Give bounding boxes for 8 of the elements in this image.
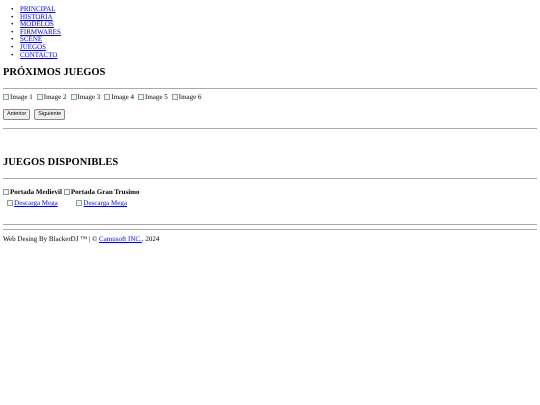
broken-image-icon xyxy=(3,94,9,100)
broken-image-icon xyxy=(36,94,43,100)
broken-image-icon xyxy=(172,94,178,100)
section-heading: PRÓXIMOS JUEGOS xyxy=(3,67,106,80)
broken-image-icon xyxy=(138,94,144,100)
section-heading: JUEGOS DISPONIBLES xyxy=(3,157,120,170)
broken-image-icon xyxy=(70,94,76,100)
broken-image-icon xyxy=(104,94,110,100)
